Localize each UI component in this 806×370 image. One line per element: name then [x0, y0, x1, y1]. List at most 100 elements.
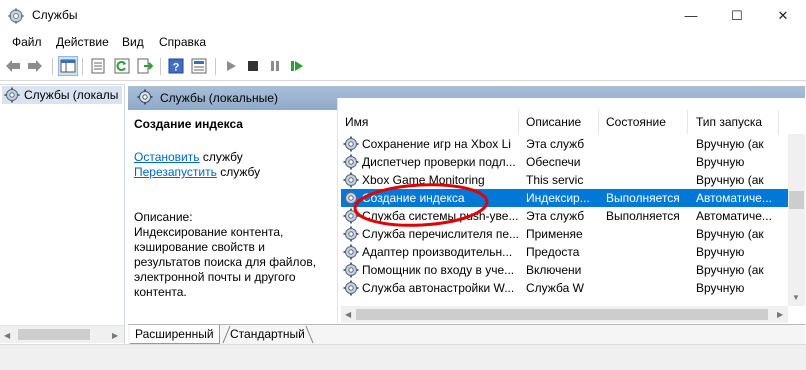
restart-suffix: службу [216, 165, 261, 179]
cell-description: Применяе [526, 227, 583, 241]
play-icon [227, 61, 236, 71]
properties-icon [91, 58, 105, 74]
pause-service-button[interactable] [265, 56, 285, 76]
table-horizontal-scrollbar[interactable]: ◀ ▶ [341, 306, 788, 323]
table-row[interactable]: Адаптер производительн... Предоста Вручную [341, 243, 788, 261]
table-row[interactable]: Помощник по входу в уче... Включени Вручну… [341, 261, 788, 279]
column-header-startup-type[interactable]: Тип запуска [696, 110, 762, 134]
description-line: Индексирование контента, [134, 225, 284, 239]
toolbar-separator [52, 58, 53, 75]
service-gear-icon [343, 136, 359, 152]
maximize-button[interactable]: ☐ [714, 0, 760, 31]
cell-description: Индексир... [526, 191, 590, 205]
cell-status [606, 225, 694, 243]
column-header-status[interactable]: Состояние [606, 110, 666, 134]
column-divider[interactable] [518, 110, 519, 134]
description-line: кэширование свойств и [134, 240, 265, 254]
cell-name: Диспетчер проверки подл... [362, 155, 516, 169]
tree-horizontal-scrollbar[interactable]: ◀ ▶ [0, 325, 124, 343]
tab-divider [305, 325, 314, 344]
tree-item-label: Службы (локалы [24, 88, 119, 102]
services-gear-icon [4, 87, 20, 103]
show-console-tree-button[interactable] [58, 56, 78, 76]
restart-service-link[interactable]: Перезапустить [134, 165, 217, 179]
description-text: Индексирование контента, кэширование сво… [134, 225, 320, 300]
console-tree-icon [60, 59, 76, 73]
cell-description: Включени [526, 263, 582, 277]
scroll-right-arrow-icon[interactable]: ▶ [112, 331, 118, 340]
tree-item-services-local[interactable]: Службы (локалы [2, 86, 122, 104]
console-tree [0, 84, 125, 344]
description-line: результатов поиска для файлов, [134, 255, 317, 269]
restart-service-line: Перезапустить службу [134, 165, 260, 179]
scroll-left-arrow-icon[interactable]: ◀ [345, 310, 351, 319]
cell-startup-type: Вручную (ак [696, 263, 764, 277]
column-divider[interactable] [778, 110, 779, 134]
cell-name: Помощник по входу в уче... [362, 263, 515, 277]
cell-description: This servic [526, 173, 584, 187]
description-line: электронной почты и другого [134, 270, 296, 284]
cell-startup-type: Вручную [696, 245, 745, 259]
cell-status: Выполняется [606, 209, 680, 223]
stop-service-button[interactable] [243, 56, 263, 76]
scroll-down-arrow-icon[interactable]: ▼ [792, 293, 800, 302]
status-bar [0, 344, 806, 370]
column-divider[interactable] [598, 110, 599, 134]
table-row[interactable]: Диспетчер проверки подл... Обеспечи Вручну… [341, 153, 788, 171]
arrow-left-icon [6, 60, 20, 72]
menu-help[interactable]: Справка [159, 35, 206, 49]
start-service-button[interactable] [221, 56, 241, 76]
export-list-button[interactable] [135, 56, 155, 76]
cell-status [606, 135, 694, 153]
cell-startup-type: Автоматиче... [696, 209, 772, 223]
stop-icon [248, 61, 258, 71]
scroll-left-arrow-icon[interactable]: ◀ [4, 331, 10, 340]
cell-description: Обеспечи [526, 155, 581, 169]
refresh-button[interactable] [112, 56, 132, 76]
tab-divider [222, 325, 231, 344]
cell-name: Служба автонастройки W... [362, 281, 515, 295]
menu-action[interactable]: Действие [56, 35, 109, 49]
restart-service-button[interactable] [287, 56, 307, 76]
services-app-icon [8, 8, 24, 24]
menu-view[interactable]: Вид [122, 35, 144, 49]
scroll-thumb[interactable] [18, 329, 90, 340]
column-header-name[interactable]: Имя [345, 110, 368, 134]
back-button[interactable] [3, 56, 23, 76]
forward-button[interactable] [25, 56, 45, 76]
selected-service-title: Создание индекса [134, 117, 243, 131]
cell-startup-type: Вручную [696, 155, 745, 169]
table-row[interactable]: Служба автонастройки W... Служба W Вручную [341, 279, 788, 297]
tab-standard[interactable]: Стандартный [225, 325, 310, 343]
scroll-thumb[interactable] [789, 191, 804, 209]
cell-status [606, 261, 694, 279]
service-gear-icon [343, 262, 359, 278]
pause-icon [271, 61, 279, 71]
view-button[interactable] [189, 56, 209, 76]
scroll-thumb[interactable] [356, 309, 768, 320]
scroll-right-arrow-icon[interactable]: ▶ [777, 310, 783, 319]
stop-service-link[interactable]: Остановить [134, 150, 200, 164]
tab-extended[interactable]: Расширенный [130, 325, 220, 344]
menu-file[interactable]: Файл [12, 35, 42, 49]
toolbar-separator [160, 58, 161, 75]
cell-status: Выполняется [606, 191, 680, 205]
table-row[interactable]: Сохранение игр на Xbox Li Эта служб Вручну… [341, 135, 788, 153]
export-icon [137, 58, 153, 74]
table-vertical-scrollbar[interactable]: ▼ [788, 134, 805, 306]
column-divider[interactable] [687, 110, 688, 134]
window-title: Службы [32, 8, 78, 22]
close-button[interactable]: ✕ [760, 0, 806, 31]
properties-button[interactable] [88, 56, 108, 76]
cell-name: Сохранение игр на Xbox Li [362, 137, 511, 151]
toolbar-separator [215, 58, 216, 75]
cell-status [606, 243, 694, 261]
description-line: контента. [134, 285, 187, 299]
help-button[interactable]: ? [166, 56, 186, 76]
column-header-description[interactable]: Описание [526, 110, 581, 134]
stop-suffix: службу [199, 150, 243, 164]
toolbar-separator [82, 58, 83, 75]
stop-service-line: Остановить службу [134, 150, 243, 164]
cell-description: Служба W [526, 281, 584, 295]
minimize-button[interactable]: — [668, 0, 714, 31]
